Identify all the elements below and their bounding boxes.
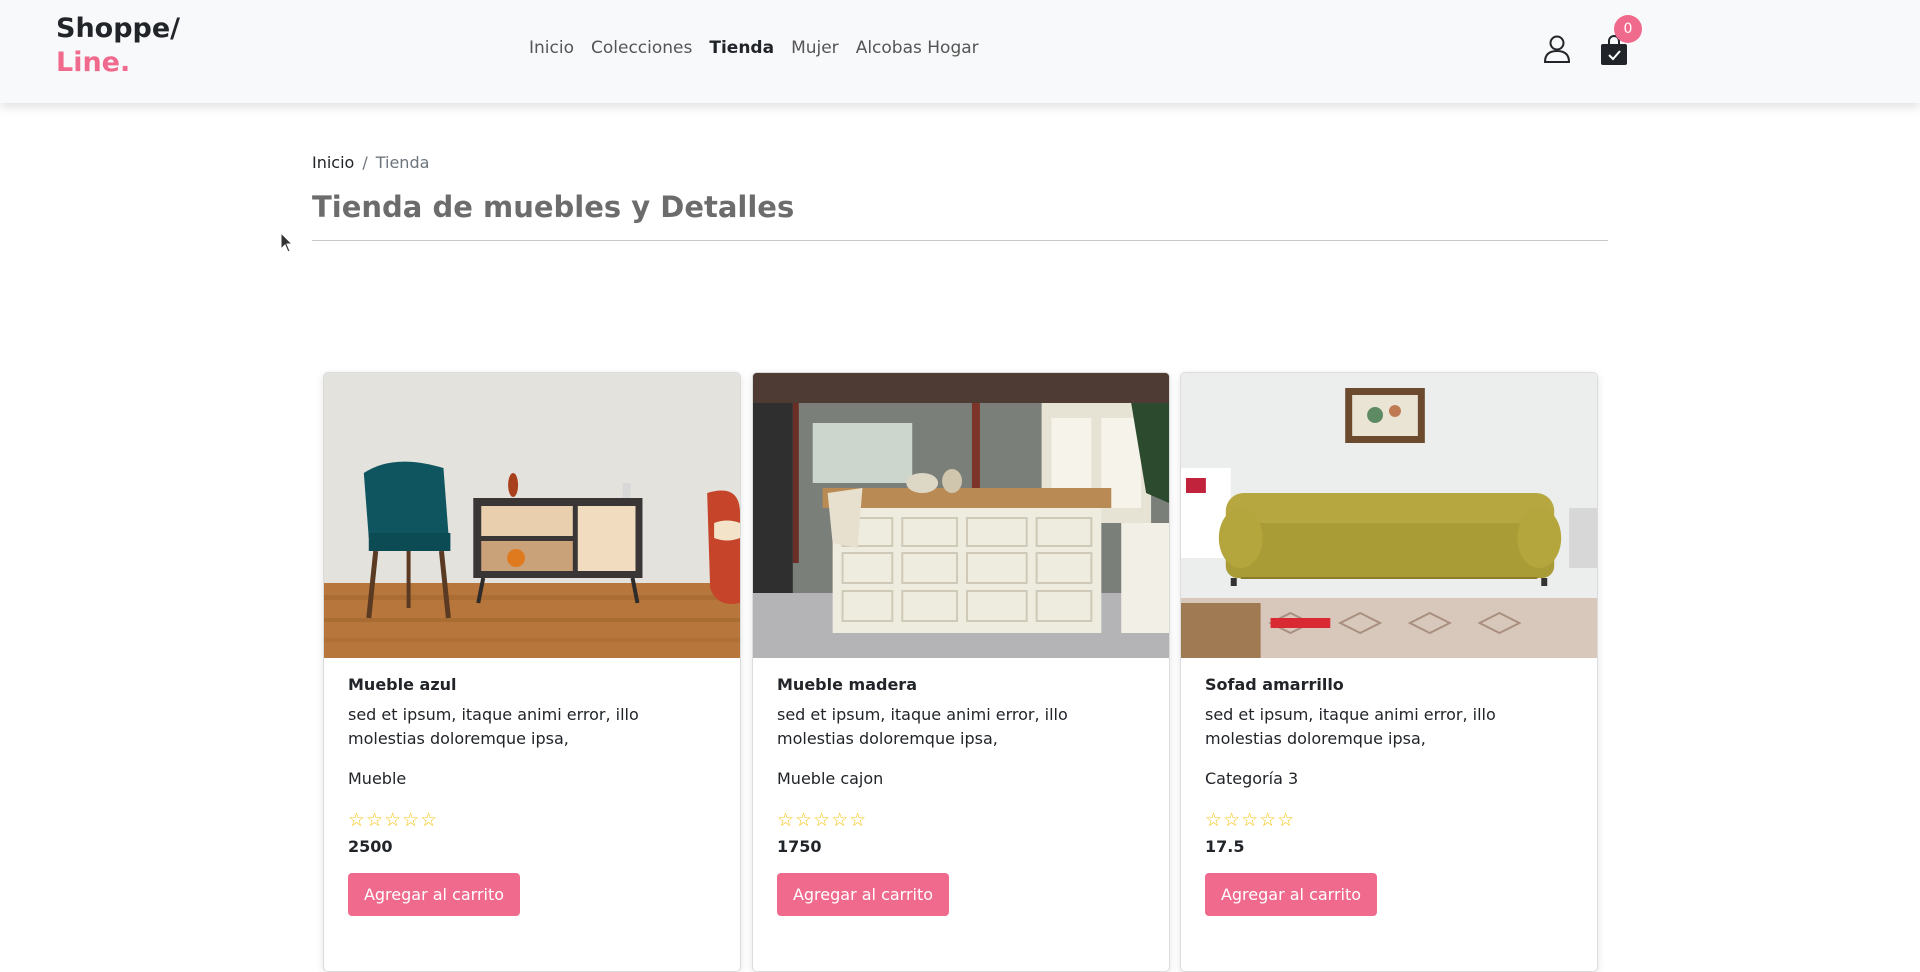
product-card: Mueble madera sed et ipsum, itaque animi…	[752, 372, 1170, 972]
breadcrumb-home[interactable]: Inicio	[312, 153, 354, 172]
brand-line-1: Shoppe/	[56, 13, 181, 44]
add-to-cart-button[interactable]: Agregar al carrito	[348, 873, 520, 916]
product-image[interactable]	[324, 373, 740, 658]
product-category: Mueble	[348, 769, 407, 788]
main-nav: Inicio Colecciones Tienda Mujer Alcobas …	[529, 38, 996, 58]
product-card: Sofad amarrillo sed et ipsum, itaque ani…	[1180, 372, 1598, 972]
user-icon[interactable]	[1542, 34, 1572, 64]
product-category: Mueble cajon	[777, 769, 884, 788]
cart-count-badge: 0	[1614, 15, 1642, 43]
page-title: Tienda de muebles y Detalles	[312, 190, 795, 224]
product-description: sed et ipsum, itaque animi error, illo m…	[348, 705, 639, 748]
product-image[interactable]	[1181, 373, 1597, 658]
product-image[interactable]	[753, 373, 1169, 658]
nav-item-colecciones[interactable]: Colecciones	[591, 38, 692, 58]
product-name[interactable]: Sofad amarrillo	[1205, 675, 1344, 694]
product-name[interactable]: Mueble azul	[348, 675, 457, 694]
add-to-cart-button[interactable]: Agregar al carrito	[777, 873, 949, 916]
star-rating[interactable]: ☆☆☆☆☆	[1205, 809, 1295, 831]
brand-logo[interactable]: Shoppe/ Line.	[56, 12, 180, 80]
nav-item-mujer[interactable]: Mujer	[791, 38, 839, 58]
add-to-cart-button[interactable]: Agregar al carrito	[1205, 873, 1377, 916]
product-description: sed et ipsum, itaque animi error, illo m…	[1205, 705, 1496, 748]
product-price: 2500	[348, 837, 393, 856]
product-name[interactable]: Mueble madera	[777, 675, 917, 694]
nav-item-tienda[interactable]: Tienda	[709, 38, 774, 58]
mouse-cursor-icon	[280, 232, 294, 253]
nav-item-inicio[interactable]: Inicio	[529, 38, 574, 58]
breadcrumb: Inicio / Tienda	[312, 153, 429, 172]
title-divider	[312, 240, 1608, 241]
breadcrumb-separator: /	[362, 153, 368, 172]
product-description: sed et ipsum, itaque animi error, illo m…	[777, 705, 1068, 748]
nav-item-alcobas-hogar[interactable]: Alcobas Hogar	[856, 38, 979, 58]
product-price: 17.5	[1205, 837, 1245, 856]
star-rating[interactable]: ☆☆☆☆☆	[348, 809, 438, 831]
product-category: Categoría 3	[1205, 769, 1299, 788]
breadcrumb-current: Tienda	[375, 153, 430, 172]
navbar: Shoppe/ Line. Inicio Colecciones Tienda …	[0, 0, 1920, 103]
star-rating[interactable]: ☆☆☆☆☆	[777, 809, 867, 831]
brand-line-2: Line.	[56, 47, 131, 78]
product-card: Mueble azul sed et ipsum, itaque animi e…	[323, 372, 741, 972]
product-price: 1750	[777, 837, 822, 856]
